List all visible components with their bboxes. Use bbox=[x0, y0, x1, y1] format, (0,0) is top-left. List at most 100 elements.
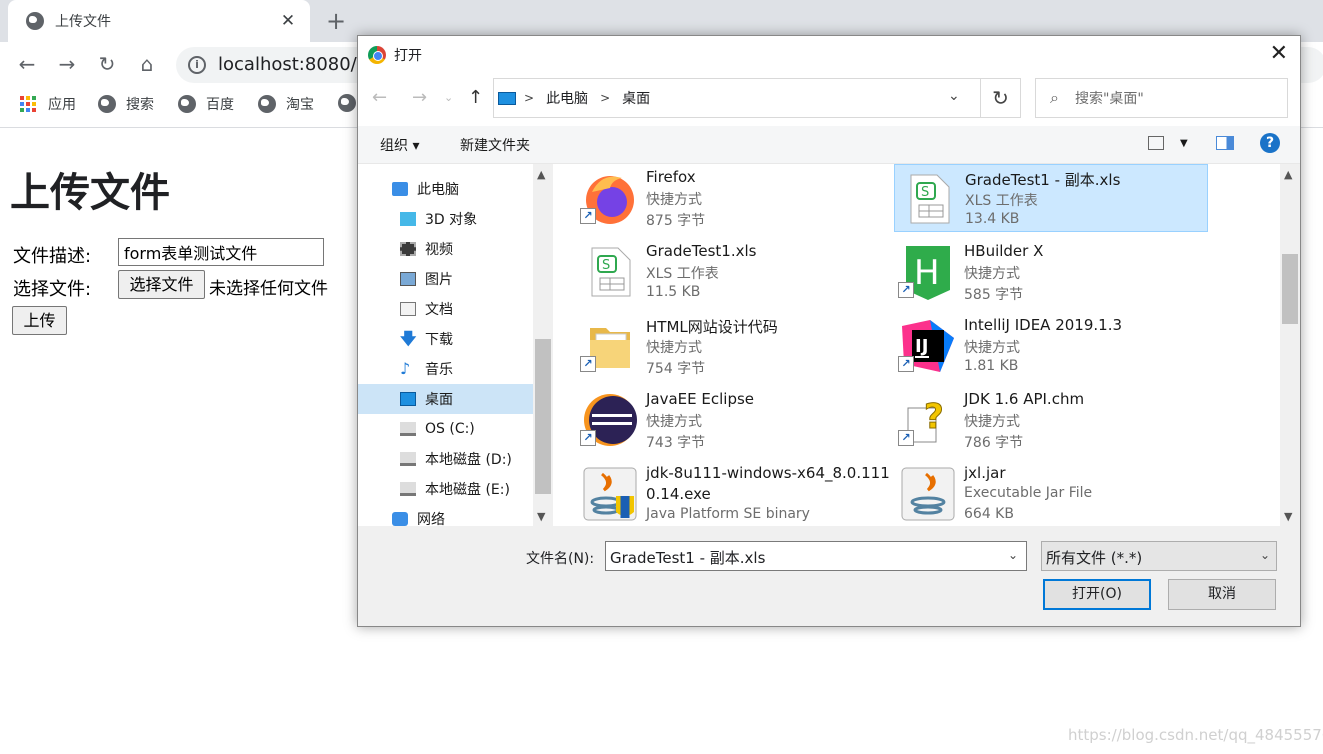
shortcut-arrow-icon: ↗ bbox=[898, 282, 914, 298]
nav-item-label: 本地磁盘 (D:) bbox=[425, 452, 512, 468]
nav-item-videos[interactable]: 视频 bbox=[358, 234, 533, 264]
file-type: 快捷方式 bbox=[646, 192, 702, 208]
scroll-down-icon[interactable]: ▼ bbox=[1284, 510, 1292, 523]
file-name: jdk-8u111-windows-x64_8.0.111 bbox=[646, 464, 890, 482]
breadcrumb-item[interactable]: 此电脑 bbox=[546, 88, 588, 108]
scroll-up-icon[interactable]: ▲ bbox=[537, 168, 545, 181]
bookmark-search[interactable]: 搜索 bbox=[98, 94, 154, 114]
dialog-close-icon[interactable]: ✕ bbox=[1270, 42, 1288, 66]
back-arrow-icon[interactable]: ← bbox=[14, 51, 40, 77]
file-type: Executable Jar File bbox=[964, 485, 1093, 501]
bookmark-taobao[interactable]: 淘宝 bbox=[258, 94, 314, 114]
description-input[interactable] bbox=[118, 238, 324, 266]
file-item[interactable]: ↗ HTML网站设计代码 快捷方式 754 字节 bbox=[554, 312, 868, 380]
chevron-down-icon[interactable]: ⌄ bbox=[948, 88, 960, 104]
file-type: 快捷方式 bbox=[964, 266, 1020, 282]
nav-item-label: 桌面 bbox=[425, 392, 453, 408]
breadcrumb-item[interactable]: 桌面 bbox=[622, 88, 650, 108]
nav-item-label: 下载 bbox=[425, 332, 453, 348]
new-tab-button[interactable]: + bbox=[326, 9, 346, 33]
chevron-down-icon[interactable]: ⌄ bbox=[1008, 548, 1018, 562]
nav-item-drive-e[interactable]: 本地磁盘 (E:) bbox=[358, 474, 533, 504]
file-item[interactable]: jdk-8u111-windows-x64_8.0.111 0.14.exe J… bbox=[554, 460, 890, 526]
file-label: 选择文件: bbox=[13, 279, 92, 300]
file-name: HTML网站设计代码 bbox=[646, 318, 778, 336]
file-name-line2: 0.14.exe bbox=[646, 485, 711, 503]
open-button[interactable]: 打开(O) bbox=[1043, 579, 1151, 610]
chevron-down-icon[interactable]: ⌄ bbox=[1260, 548, 1270, 562]
svg-text:H: H bbox=[914, 253, 940, 293]
file-item[interactable]: jxl.jar Executable Jar File 664 KB bbox=[894, 460, 1208, 526]
file-size: 754 字节 bbox=[646, 361, 706, 377]
scroll-thumb[interactable] bbox=[1282, 254, 1298, 324]
bookmark-label: 百度 bbox=[206, 97, 234, 113]
view-dropdown-icon[interactable]: ▼ bbox=[1180, 138, 1188, 149]
info-icon[interactable]: i bbox=[188, 56, 206, 74]
scroll-down-icon[interactable]: ▼ bbox=[537, 510, 545, 523]
nav-item-desktop[interactable]: 桌面 bbox=[358, 384, 533, 414]
video-icon bbox=[400, 242, 416, 256]
no-file-text: 未选择任何文件 bbox=[209, 279, 328, 299]
file-item[interactable]: ? ↗ JDK 1.6 API.chm 快捷方式 786 字节 bbox=[894, 386, 1208, 454]
java-icon bbox=[901, 467, 955, 521]
cube-icon bbox=[400, 212, 416, 226]
svg-text:S: S bbox=[921, 185, 929, 200]
bookmark-baidu[interactable]: 百度 bbox=[178, 94, 234, 114]
nav-item-3d-objects[interactable]: 3D 对象 bbox=[358, 204, 533, 234]
tab-title: 上传文件 bbox=[55, 14, 111, 30]
file-item[interactable]: H ↗ HBuilder X 快捷方式 585 字节 bbox=[894, 238, 1208, 306]
globe-icon bbox=[258, 95, 276, 113]
home-icon[interactable]: ⌂ bbox=[134, 51, 160, 77]
tab-close-icon[interactable]: ✕ bbox=[278, 11, 298, 31]
file-name: GradeTest1.xls bbox=[646, 242, 757, 260]
file-type: 快捷方式 bbox=[646, 340, 702, 356]
file-name: JDK 1.6 API.chm bbox=[964, 390, 1085, 408]
spreadsheet-icon: S bbox=[591, 247, 631, 297]
file-item-selected[interactable]: S GradeTest1 - 副本.xls XLS 工作表 13.4 KB bbox=[894, 164, 1208, 232]
nav-item-network[interactable]: 网络 bbox=[358, 504, 533, 526]
dialog-title: 打开 bbox=[394, 48, 422, 64]
network-icon bbox=[392, 512, 408, 526]
help-icon[interactable]: ? bbox=[1260, 133, 1280, 153]
upload-button[interactable]: 上传 bbox=[12, 306, 67, 335]
preview-pane-icon[interactable] bbox=[1216, 136, 1234, 150]
forward-arrow-icon[interactable]: → bbox=[54, 51, 80, 77]
bookmark-apps[interactable]: 应用 bbox=[20, 94, 76, 114]
file-item[interactable]: ↗ JavaEE Eclipse 快捷方式 743 字节 bbox=[554, 386, 868, 454]
apps-grid-icon bbox=[20, 96, 36, 112]
scroll-up-icon[interactable]: ▲ bbox=[1284, 168, 1292, 181]
dialog-address-box[interactable]: > 此电脑 > 桌面 bbox=[493, 78, 981, 118]
nav-item-drive-c[interactable]: OS (C:) bbox=[358, 414, 533, 444]
organize-menu[interactable]: 组织 ▾ bbox=[380, 135, 419, 155]
choose-file-button[interactable]: 选择文件 bbox=[118, 270, 205, 299]
filename-input[interactable]: GradeTest1 - 副本.xls bbox=[605, 541, 1027, 571]
cancel-button[interactable]: 取消 bbox=[1168, 579, 1276, 610]
dialog-forward-icon[interactable]: → bbox=[412, 87, 427, 108]
nav-item-drive-d[interactable]: 本地磁盘 (D:) bbox=[358, 444, 533, 474]
browser-tab[interactable]: 上传文件 ✕ bbox=[8, 0, 310, 42]
scroll-thumb[interactable] bbox=[535, 339, 551, 494]
dialog-search-input[interactable]: ⌕ 搜索"桌面" bbox=[1035, 78, 1288, 118]
file-item[interactable]: S GradeTest1.xls XLS 工作表 11.5 KB bbox=[554, 238, 868, 306]
nav-pane-scrollbar[interactable]: ▲ ▼ bbox=[533, 164, 553, 526]
new-folder-button[interactable]: 新建文件夹 bbox=[460, 135, 530, 155]
file-item[interactable]: ↗ Firefox 快捷方式 875 字节 bbox=[554, 164, 868, 232]
nav-item-pictures[interactable]: 图片 bbox=[358, 264, 533, 294]
nav-item-label: 网络 bbox=[417, 512, 445, 526]
nav-item-music[interactable]: ♪ 音乐 bbox=[358, 354, 533, 384]
file-item[interactable]: IJ ↗ IntelliJ IDEA 2019.1.3 快捷方式 1.81 KB bbox=[894, 312, 1208, 380]
nav-item-documents[interactable]: 文档 bbox=[358, 294, 533, 324]
file-type: XLS 工作表 bbox=[646, 266, 719, 282]
dialog-back-icon[interactable]: ← bbox=[372, 87, 387, 108]
up-arrow-icon[interactable]: ↑ bbox=[468, 87, 483, 108]
view-options-icon[interactable] bbox=[1148, 136, 1164, 150]
refresh-icon[interactable]: ↻ bbox=[981, 78, 1021, 118]
recent-dropdown-icon[interactable]: ⌄ bbox=[444, 91, 453, 104]
nav-item-this-pc[interactable]: 此电脑 bbox=[358, 174, 533, 204]
nav-item-downloads[interactable]: 🡇 下载 bbox=[358, 324, 533, 354]
nav-item-label: OS (C:) bbox=[425, 421, 475, 437]
file-list-scrollbar[interactable]: ▲ ▼ bbox=[1280, 164, 1300, 526]
filetype-select[interactable]: 所有文件 (*.*) bbox=[1041, 541, 1277, 571]
picture-icon bbox=[400, 272, 416, 286]
reload-icon[interactable]: ↻ bbox=[94, 51, 120, 77]
